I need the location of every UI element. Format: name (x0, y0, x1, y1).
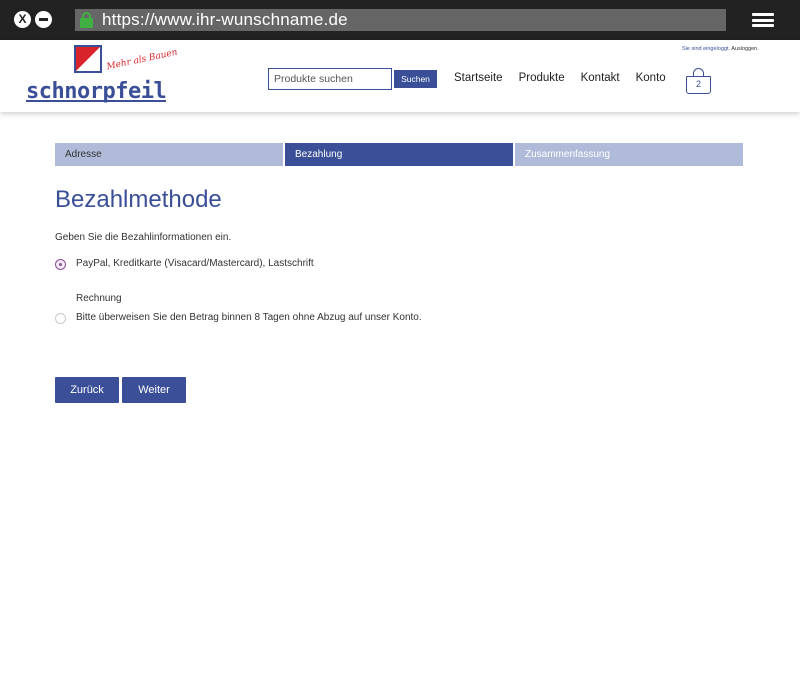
shopping-bag-icon[interactable]: 2 (686, 68, 711, 94)
search-button[interactable]: Suchen (394, 70, 437, 88)
cart-count-badge: 2 (695, 79, 701, 89)
minimize-window-button[interactable] (35, 11, 52, 28)
logo-wordmark: schnorpfeil (26, 79, 167, 104)
close-icon: X (18, 12, 27, 26)
login-status: Sie sind eingeloggt. Ausloggen. (682, 46, 759, 52)
close-window-button[interactable]: X (14, 11, 31, 28)
step-bezahlung: Bezahlung (285, 143, 513, 166)
checkout-steps: Adresse Bezahlung Zusammenfassung (55, 143, 743, 166)
payment-invoice-radio[interactable] (55, 313, 66, 324)
next-button[interactable]: Weiter (122, 377, 186, 403)
hamburger-menu-icon[interactable] (752, 13, 774, 27)
logo-tagline: Mehr als Bauen (105, 47, 179, 73)
browser-toolbar: X https://www.ihr-wunschname.de (0, 0, 800, 40)
url-text: https://www.ihr-wunschname.de (102, 10, 348, 29)
step-adresse[interactable]: Adresse (55, 143, 283, 166)
site-logo[interactable]: Mehr als Bauen schnorpfeil (26, 45, 178, 107)
intro-text: Geben Sie die Bezahlinformationen ein. (55, 232, 232, 243)
logo-mark-icon (74, 45, 102, 73)
address-bar[interactable]: https://www.ihr-wunschname.de (75, 9, 726, 31)
logout-link[interactable]: Ausloggen. (731, 46, 759, 52)
payment-online-radio[interactable] (55, 259, 66, 270)
payment-invoice-label[interactable]: Bitte überweisen Sie den Betrag binnen 8… (76, 312, 422, 323)
main-nav: Startseite Produkte Kontakt Konto (454, 72, 666, 84)
nav-startseite[interactable]: Startseite (454, 72, 503, 84)
payment-invoice-title: Rechnung (76, 293, 122, 304)
site-header: Mehr als Bauen schnorpfeil Sie sind eing… (0, 40, 800, 112)
nav-produkte[interactable]: Produkte (519, 72, 565, 84)
login-status-text: Sie sind eingeloggt. (682, 46, 731, 52)
nav-kontakt[interactable]: Kontakt (581, 72, 620, 84)
back-button[interactable]: Zurück (55, 377, 119, 403)
search-input[interactable] (268, 68, 392, 90)
nav-konto[interactable]: Konto (636, 72, 666, 84)
step-zusammenfassung: Zusammenfassung (515, 143, 743, 166)
page-title: Bezahlmethode (55, 186, 222, 213)
lock-icon (80, 12, 93, 28)
payment-online-label[interactable]: PayPal, Kreditkarte (Visacard/Mastercard… (76, 258, 314, 269)
